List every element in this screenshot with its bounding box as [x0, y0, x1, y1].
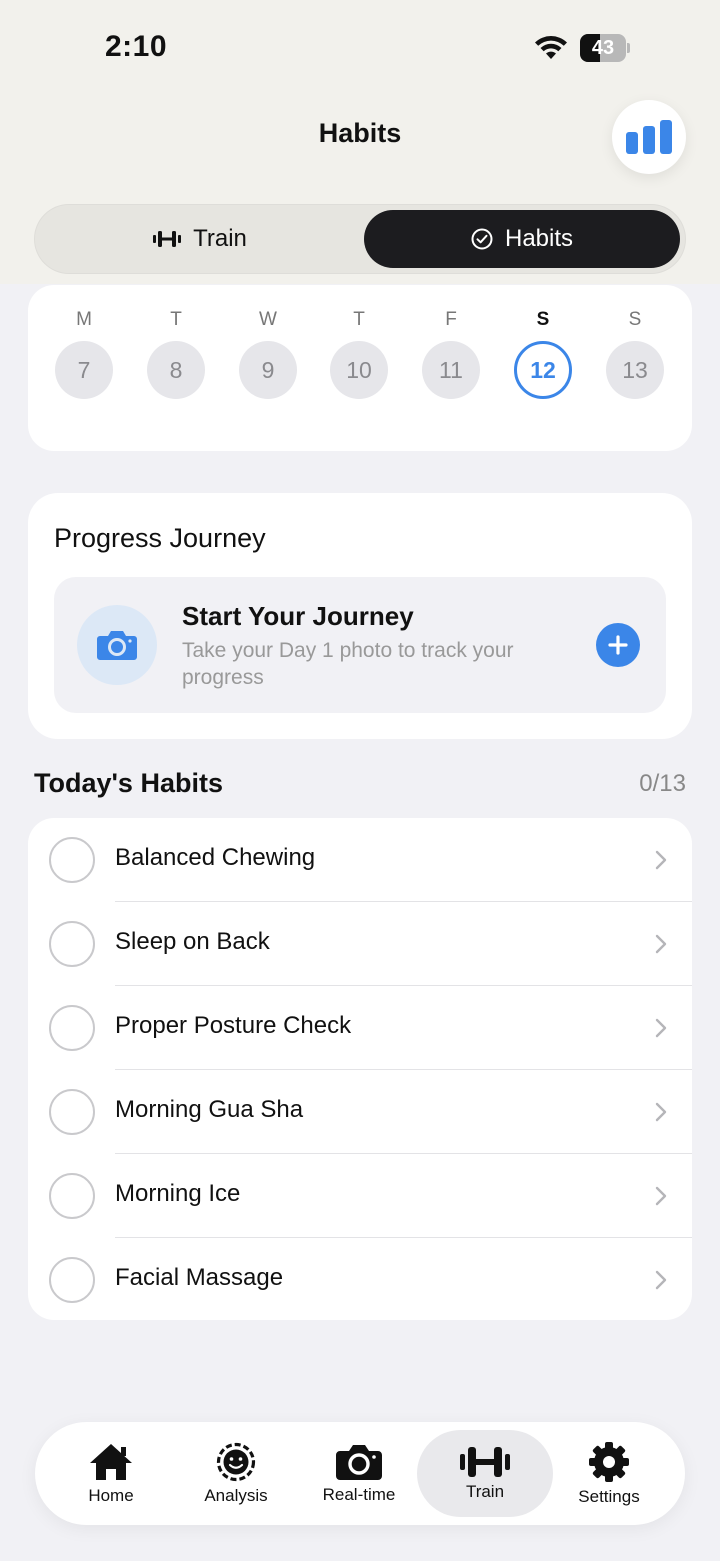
mode-segmented-control: Train Habits	[34, 204, 686, 274]
habit-name: Balanced Chewing	[115, 844, 316, 871]
habit-row[interactable]: Balanced Chewing	[28, 818, 692, 902]
day-date: 8	[147, 341, 205, 399]
tab-home[interactable]: Home	[43, 1430, 179, 1517]
chevron-right-icon	[655, 850, 667, 870]
habit-row[interactable]: Morning Ice	[28, 1154, 692, 1238]
day-letter: M	[76, 309, 92, 330]
habit-row[interactable]: Proper Posture Check	[28, 986, 692, 1070]
day-letter: S	[628, 309, 642, 330]
segment-train-label: Train	[193, 225, 247, 252]
tab-label: Real-time	[322, 1484, 396, 1504]
stats-button[interactable]	[612, 100, 686, 174]
gear-icon	[589, 1441, 629, 1482]
journey-camera-badge	[77, 605, 157, 685]
tab-label: Train	[465, 1481, 505, 1501]
habit-name: Facial Massage	[115, 1264, 284, 1291]
day-letter: W	[259, 309, 277, 330]
habit-checkbox[interactable]	[49, 1173, 95, 1219]
face-scan-icon	[216, 1442, 256, 1481]
habits-section-title: Today's Habits	[34, 768, 223, 798]
segment-habits[interactable]: Habits	[364, 210, 680, 268]
tab-label: Analysis	[204, 1485, 268, 1505]
battery-icon: 43	[580, 34, 630, 62]
day-friday[interactable]: F 11	[421, 309, 481, 399]
habits-completion-count: 0/13	[639, 770, 686, 797]
day-sunday[interactable]: S 13	[605, 309, 665, 399]
wifi-icon	[535, 36, 567, 59]
chevron-right-icon	[655, 1018, 667, 1038]
day-letter: T	[170, 309, 182, 330]
journey-subtitle: Take your Day 1 photo to track your prog…	[182, 639, 514, 689]
day-thursday[interactable]: T 10	[329, 309, 389, 399]
day-date: 11	[422, 341, 480, 399]
plus-icon	[608, 635, 628, 655]
camera-icon	[97, 631, 137, 660]
habit-checkbox[interactable]	[49, 1257, 95, 1303]
journey-title: Start Your Journey	[182, 601, 414, 631]
habit-name: Morning Gua Sha	[115, 1096, 304, 1123]
day-date: 12	[514, 341, 572, 399]
day-saturday-selected[interactable]: S 12	[513, 309, 573, 399]
habit-name: Morning Ice	[115, 1180, 241, 1207]
habit-checkbox[interactable]	[49, 1089, 95, 1135]
day-date: 9	[239, 341, 297, 399]
dumbbell-icon	[460, 1446, 510, 1477]
day-wednesday[interactable]: W 9	[238, 309, 298, 399]
tab-train[interactable]: Train	[417, 1430, 553, 1517]
habit-name: Proper Posture Check	[115, 1012, 352, 1039]
chevron-right-icon	[655, 934, 667, 954]
home-icon	[90, 1443, 132, 1480]
camera-icon	[336, 1444, 382, 1480]
habit-row[interactable]: Sleep on Back	[28, 902, 692, 986]
habit-checkbox[interactable]	[49, 837, 95, 883]
status-bar: 2:10 43	[0, 0, 720, 90]
add-photo-button[interactable]	[596, 623, 640, 667]
habit-checkbox[interactable]	[49, 1005, 95, 1051]
tab-label: Settings	[578, 1486, 640, 1506]
day-letter: S	[536, 309, 550, 330]
day-letter: F	[445, 309, 457, 330]
habits-list: Balanced Chewing Sleep on Back Proper Po…	[28, 818, 692, 1320]
day-letter: T	[353, 309, 365, 330]
start-journey-card[interactable]: Start Your Journey Take your Day 1 photo…	[54, 577, 666, 713]
segment-habits-label: Habits	[504, 225, 574, 252]
segment-train[interactable]: Train	[40, 210, 360, 268]
tab-settings[interactable]: Settings	[541, 1430, 677, 1517]
habit-row[interactable]: Morning Gua Sha	[28, 1070, 692, 1154]
day-date: 7	[55, 341, 113, 399]
habit-row[interactable]: Facial Massage	[28, 1238, 692, 1320]
dumbbell-icon	[153, 231, 182, 247]
chevron-right-icon	[655, 1186, 667, 1206]
chevron-right-icon	[655, 1270, 667, 1290]
tab-analysis[interactable]: Analysis	[168, 1430, 304, 1517]
check-circle-icon	[471, 228, 493, 250]
bottom-tab-bar: Home Analysis Real-time Train Settings	[35, 1422, 685, 1525]
progress-title: Progress Journey	[54, 523, 266, 553]
bar-chart-icon	[626, 120, 672, 154]
week-calendar: M 7 T 8 W 9 T 10 F 11 S 12 S 13	[28, 285, 692, 451]
tab-label: Home	[88, 1485, 134, 1505]
progress-journey-card: Progress Journey Start Your Journey Take…	[28, 493, 692, 739]
habit-checkbox[interactable]	[49, 921, 95, 967]
day-date: 13	[606, 341, 664, 399]
day-tuesday[interactable]: T 8	[146, 309, 206, 399]
status-time: 2:10	[105, 30, 168, 63]
chevron-right-icon	[655, 1102, 667, 1122]
day-date: 10	[330, 341, 388, 399]
day-monday[interactable]: M 7	[54, 309, 114, 399]
habit-name: Sleep on Back	[115, 928, 270, 955]
tab-real-time[interactable]: Real-time	[291, 1430, 427, 1517]
battery-level: 43	[591, 37, 615, 59]
